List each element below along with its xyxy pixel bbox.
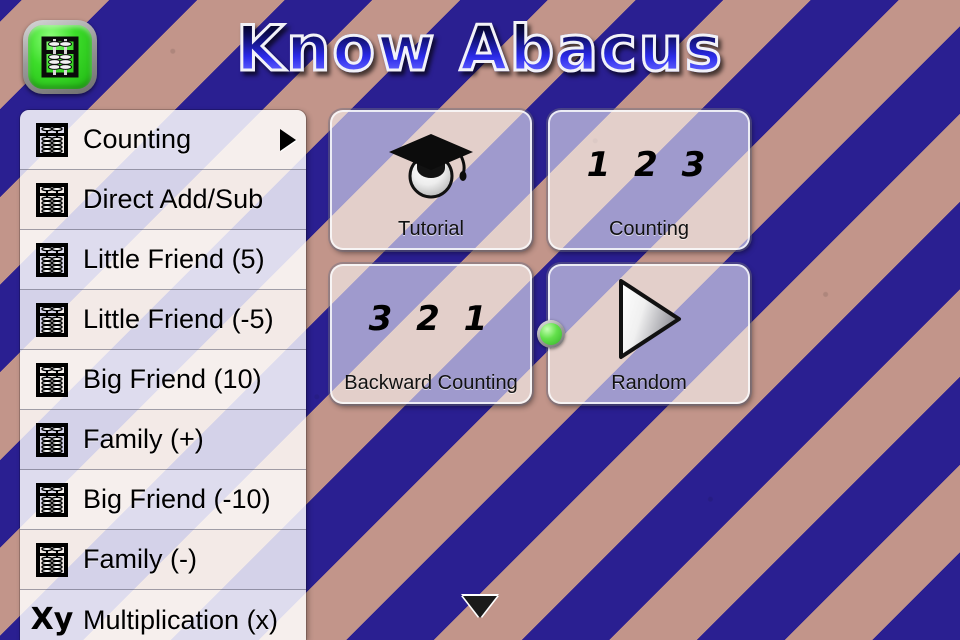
mode-card-grid: Tutorial 1 2 3 Counting 3 2 1 Backward C…: [330, 110, 750, 404]
card-label: Random: [611, 372, 687, 394]
sidebar-item-label: Direct Add/Sub: [83, 184, 264, 214]
card-backward-counting[interactable]: 3 2 1 Backward Counting: [330, 264, 532, 404]
sidebar-item-big-friend-10[interactable]: Big Friend (10): [20, 350, 306, 410]
xy-glyph: Xy: [30, 602, 74, 637]
led-core: [540, 323, 562, 345]
abacus-icon: [31, 479, 73, 521]
card-label: Counting: [608, 218, 690, 240]
status-led-green: [537, 320, 565, 348]
sidebar-item-little-friend-minus5[interactable]: Little Friend (-5): [20, 290, 306, 350]
card-random[interactable]: Random: [537, 264, 750, 404]
abacus-icon: [31, 239, 73, 281]
play-triangle-icon: [550, 266, 748, 372]
sidebar-item-label: Multiplication (x): [83, 604, 279, 635]
sidebar-item-label: Family (-): [83, 544, 197, 574]
sidebar-item-label: Big Friend (10): [83, 364, 262, 394]
graduation-cap-icon: [332, 112, 530, 218]
backward-counting-digits: 3 2 1: [332, 266, 530, 372]
sidebar-item-family-plus[interactable]: Family (+): [20, 410, 306, 470]
app-root: Know Abacus Counting Direct Add/Sub Litt…: [0, 0, 960, 640]
sidebar-item-direct-add-sub[interactable]: Direct Add/Sub: [20, 170, 306, 230]
sidebar-item-label: Big Friend (-10): [83, 484, 271, 514]
scroll-down-icon[interactable]: [463, 596, 497, 618]
abacus-icon: [31, 359, 73, 401]
digits-text: 3 2 1: [368, 299, 494, 339]
card-label: Backward Counting: [344, 372, 518, 394]
abacus-icon: [31, 539, 73, 581]
abacus-icon: [31, 419, 73, 461]
card-tutorial[interactable]: Tutorial: [330, 110, 532, 250]
sidebar-item-label: Counting: [83, 124, 192, 154]
page-title: Know Abacus: [0, 16, 960, 81]
sidebar-item-counting[interactable]: Counting: [20, 110, 306, 170]
abacus-icon: [31, 119, 73, 161]
lesson-list[interactable]: Counting Direct Add/Sub Little Friend (5…: [20, 110, 306, 640]
card-counting[interactable]: 1 2 3 Counting: [548, 110, 750, 250]
header: Know Abacus: [0, 0, 960, 100]
xy-icon: Xy: [30, 599, 74, 640]
counting-digits: 1 2 3: [550, 112, 748, 218]
abacus-icon: [31, 299, 73, 341]
sidebar-item-multiplication[interactable]: Xy Multiplication (x): [20, 590, 306, 640]
chevron-right-icon: [280, 128, 296, 151]
sidebar-item-label: Family (+): [83, 424, 204, 454]
sidebar-item-label: Little Friend (5): [83, 244, 265, 274]
digits-text: 1 2 3: [586, 145, 712, 185]
card-label: Tutorial: [398, 218, 464, 240]
abacus-icon: [31, 179, 73, 221]
sidebar-item-label: Little Friend (-5): [83, 304, 274, 334]
sidebar-item-big-friend-minus10[interactable]: Big Friend (-10): [20, 470, 306, 530]
sidebar-item-little-friend-5[interactable]: Little Friend (5): [20, 230, 306, 290]
sidebar-item-family-minus[interactable]: Family (-): [20, 530, 306, 590]
